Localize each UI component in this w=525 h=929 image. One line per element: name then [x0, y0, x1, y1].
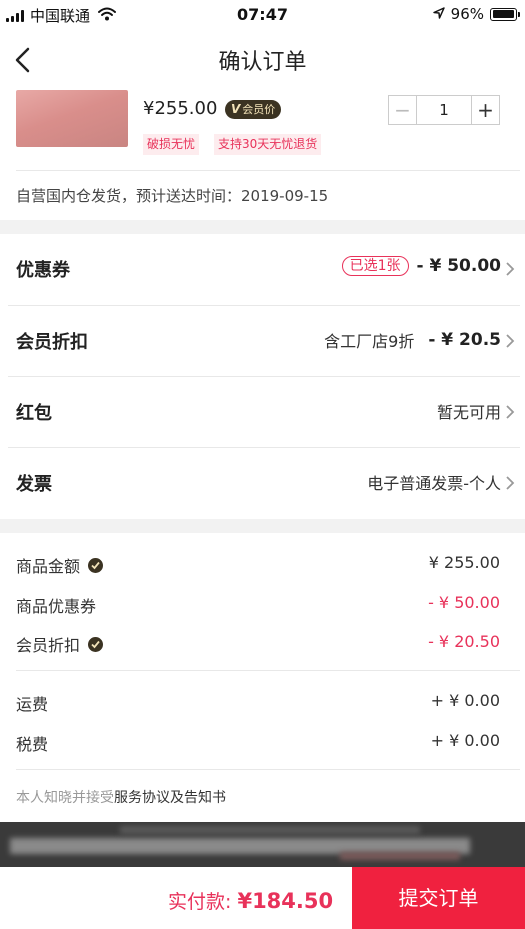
status-bar: 中国联通 07:47 96% — [0, 0, 525, 30]
section-gap — [0, 220, 525, 234]
invoice-row[interactable]: 发票 电子普通发票-个人 — [0, 448, 525, 519]
red-packet-detail: 暂无可用 — [436, 403, 501, 422]
red-packet-label: 红包 — [16, 403, 52, 424]
goods-amount-value: ¥ 255.00 — [428, 553, 500, 572]
delivery-estimate: 自营国内仓发货，预计送达时间：2019-09-15 — [16, 187, 329, 205]
coupon-label: 优惠券 — [16, 260, 70, 281]
chevron-right-icon — [506, 262, 515, 276]
product-image[interactable] — [16, 90, 128, 147]
pay-amount: ¥184.50 — [237, 889, 334, 913]
battery-percent: 96% — [450, 5, 484, 23]
status-right: 96% — [432, 5, 520, 23]
submit-order-button[interactable]: 提交订单 — [352, 867, 525, 929]
coupon-selected-badge: 已选1张 — [341, 256, 409, 276]
tax-label: 税费 — [16, 735, 49, 754]
member-price-badge: V 会员价 — [225, 100, 282, 119]
vip-icon: V — [231, 102, 241, 116]
divider — [16, 769, 520, 770]
member-discount-summary-value: - ¥ 20.50 — [428, 632, 500, 651]
member-badge-label: 会员价 — [242, 103, 276, 116]
check-badge-icon — [88, 557, 104, 573]
goods-coupon-value: - ¥ 50.00 — [428, 593, 500, 612]
agreement-prefix: 本人知晓并接受 — [16, 790, 114, 806]
agreement-link[interactable]: 服务协议及告知书 — [114, 790, 226, 806]
check-badge-icon — [88, 636, 104, 652]
product-card: ¥255.00 V 会员价 破损无忧 支持30天无忧退货 − 1 + — [0, 90, 520, 170]
quantity-minus-button[interactable]: − — [389, 96, 417, 124]
battery-icon — [490, 7, 520, 21]
member-discount-value: 含工厂店9折 - ¥ 20.5 — [324, 328, 501, 352]
red-packet-row[interactable]: 红包 暂无可用 — [0, 377, 525, 448]
agreement-text: 本人知晓并接受服务协议及告知书 — [16, 787, 226, 807]
chevron-right-icon — [506, 334, 515, 348]
chevron-right-icon — [506, 476, 515, 490]
invoice-label: 发票 — [16, 474, 52, 495]
location-icon — [432, 5, 445, 23]
member-discount-summary-label: 会员折扣 — [16, 636, 81, 655]
section-gap — [0, 519, 525, 533]
chevron-right-icon — [506, 405, 515, 419]
pay-total: 实付款: ¥184.50 — [168, 887, 333, 914]
tax-value: + ¥ 0.00 — [430, 731, 500, 750]
goods-coupon-label: 商品优惠券 — [16, 597, 97, 616]
divider — [16, 170, 520, 171]
shipping-value: + ¥ 0.00 — [430, 691, 500, 710]
invoice-detail: 电子普通发票-个人 — [367, 474, 501, 493]
coupon-row[interactable]: 优惠券 已选1张 - ¥ 50.00 — [0, 234, 525, 305]
coupon-amount: - ¥ 50.00 — [416, 256, 502, 276]
quantity-plus-button[interactable]: + — [471, 96, 499, 124]
goods-amount-label: 商品金额 — [16, 557, 81, 576]
invoice-value: 电子普通发票-个人 — [367, 470, 501, 494]
page-title: 确认订单 — [218, 50, 307, 75]
pay-label: 实付款: — [168, 891, 232, 913]
member-discount-label: 会员折扣 — [16, 332, 88, 353]
member-discount-row[interactable]: 会员折扣 含工厂店9折 - ¥ 20.5 — [0, 306, 525, 377]
nav-bar: 确认订单 — [0, 30, 525, 90]
divider — [16, 670, 520, 671]
quantity-input[interactable]: 1 — [417, 96, 471, 124]
tag-damage-free: 破损无忧 — [143, 134, 200, 155]
quantity-stepper: − 1 + — [388, 95, 500, 125]
member-discount-detail: 含工厂店9折 — [324, 332, 415, 351]
checkout-bar: 实付款: ¥184.50 提交订单 — [0, 867, 525, 929]
red-packet-value: 暂无可用 — [437, 399, 501, 423]
coupon-value: 已选1张 - ¥ 50.00 — [341, 256, 502, 276]
shipping-label: 运费 — [16, 695, 49, 714]
member-discount-amount: - ¥ 20.5 — [428, 330, 501, 350]
blurred-notice — [0, 822, 525, 867]
product-price: ¥255.00 — [143, 98, 218, 119]
tag-30day-return: 支持30天无忧退货 — [214, 134, 322, 155]
